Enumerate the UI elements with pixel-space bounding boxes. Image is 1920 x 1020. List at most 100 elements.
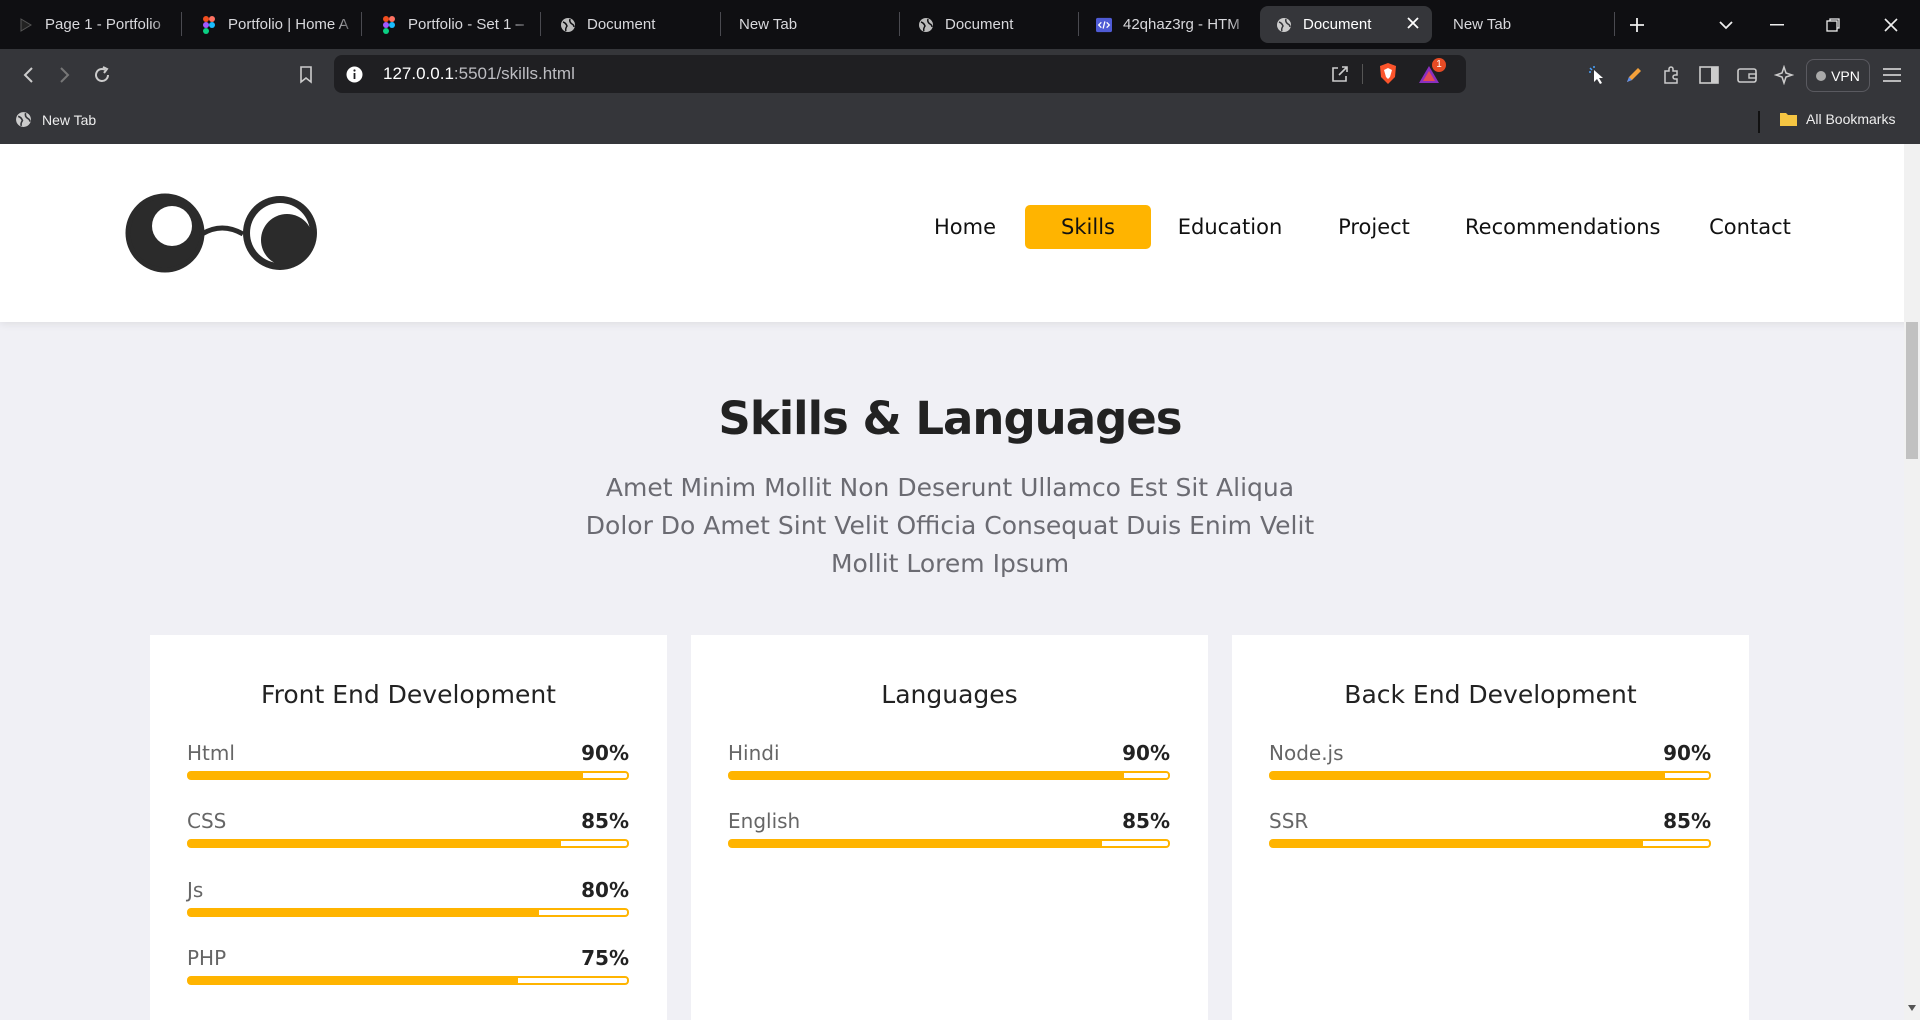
scroll-down-arrow-icon[interactable] [1908, 998, 1916, 1016]
tab-separator [540, 12, 541, 36]
tab-separator [720, 12, 721, 36]
vpn-status-icon [1816, 70, 1827, 81]
page-scrollbar[interactable] [1904, 144, 1920, 1020]
tab-title: Document [587, 16, 656, 33]
progress-bar [187, 976, 629, 985]
tab-separator [361, 12, 362, 36]
pen-extension-icon[interactable] [1621, 62, 1647, 88]
skill-percent: 85% [1663, 809, 1711, 833]
minimize-icon[interactable] [1764, 12, 1790, 38]
globe-icon [15, 111, 32, 128]
tab-search-chevron-icon[interactable] [1713, 12, 1739, 38]
globe-icon [1276, 17, 1292, 33]
skill-percent: 75% [581, 946, 629, 970]
brave-shield-icon[interactable] [1378, 62, 1398, 90]
browser-tab[interactable]: Page 1 - Portfolio [18, 6, 178, 43]
skill-percent: 85% [581, 809, 629, 833]
wallet-icon[interactable] [1734, 62, 1760, 88]
tab-title: New Tab [1453, 16, 1512, 33]
browser-tab-strip: Page 1 - Portfolio Portfolio | Home A Po… [0, 0, 1920, 49]
cursor-extension-icon[interactable] [1585, 62, 1611, 88]
nav-education[interactable]: Education [1175, 205, 1285, 249]
glasses-logo-icon [125, 193, 317, 273]
bookmark-new-tab[interactable]: New Tab [15, 111, 96, 128]
share-icon[interactable] [1330, 64, 1350, 89]
site-header: Home Skills Education Project Recommenda… [0, 144, 1920, 322]
tab-title: Portfolio | Home A [228, 16, 349, 33]
reload-icon[interactable] [89, 62, 115, 88]
browser-tab[interactable]: Portfolio - Set 1 – [381, 6, 541, 43]
new-tab-icon[interactable] [1624, 12, 1650, 38]
skill-name: PHP [187, 946, 227, 970]
browser-toolbar: 127.0.0.1:5501/skills.html 1 VPN [0, 49, 1920, 100]
card-title: Back End Development [1344, 680, 1637, 709]
skill-item: SSR 85% [1269, 809, 1711, 865]
skill-percent: 90% [581, 741, 629, 765]
skill-item: Hindi 90% [728, 741, 1170, 797]
browser-tab[interactable]: Document [560, 6, 720, 43]
skill-card-backend: Back End Development Node.js 90% SSR 85% [1232, 635, 1749, 1020]
skill-card-languages: Languages Hindi 90% English 85% [691, 635, 1208, 1020]
vpn-button[interactable]: VPN [1806, 59, 1870, 92]
skill-name: CSS [187, 809, 227, 833]
skill-percent: 80% [581, 878, 629, 902]
browser-tab[interactable]: New Tab [1453, 6, 1603, 43]
nav-skills[interactable]: Skills [1025, 205, 1151, 249]
site-logo[interactable] [125, 192, 320, 274]
browser-tab[interactable]: Document [918, 6, 1078, 43]
progress-fill [189, 841, 562, 846]
play-icon [18, 17, 34, 33]
nav-recommendations[interactable]: Recommendations [1465, 205, 1660, 249]
url-host: 127.0.0.1 [383, 64, 454, 83]
tab-title: 42qhaz3rg - HTM [1123, 16, 1240, 33]
page-viewport: Home Skills Education Project Recommenda… [0, 144, 1920, 1020]
skill-percent: 85% [1122, 809, 1170, 833]
progress-fill [730, 773, 1125, 778]
skill-percent: 90% [1663, 741, 1711, 765]
nav-project[interactable]: Project [1330, 205, 1418, 249]
forward-icon[interactable] [52, 62, 78, 88]
divider [1362, 64, 1363, 84]
browser-tab-active[interactable]: Document [1260, 6, 1432, 43]
skill-item: Js 80% [187, 878, 629, 934]
nav-contact[interactable]: Contact [1705, 205, 1795, 249]
leo-ai-icon[interactable] [1771, 62, 1797, 88]
skill-item: PHP 75% [187, 946, 629, 1002]
extensions-puzzle-icon[interactable] [1658, 62, 1684, 88]
notification-badge: 1 [1432, 58, 1446, 72]
menu-icon[interactable] [1879, 62, 1905, 88]
browser-tab[interactable]: Portfolio | Home A [201, 6, 361, 43]
restore-icon[interactable] [1820, 12, 1846, 38]
url-text: 127.0.0.1:5501/skills.html [383, 64, 575, 84]
figma-icon [201, 15, 217, 34]
browser-tab[interactable]: New Tab [739, 6, 899, 43]
skill-name: English [728, 809, 801, 833]
progress-bar [728, 839, 1170, 848]
progress-fill [730, 841, 1103, 846]
tab-title: Page 1 - Portfolio [45, 16, 161, 33]
nav-home[interactable]: Home [925, 205, 1005, 249]
skill-name: Node.js [1269, 741, 1344, 765]
address-bar[interactable]: 127.0.0.1:5501/skills.html 1 [334, 55, 1466, 93]
progress-fill [189, 978, 518, 983]
bookmark-icon[interactable] [293, 62, 319, 88]
all-bookmarks[interactable]: All Bookmarks [1779, 111, 1895, 127]
skill-name: Hindi [728, 741, 780, 765]
progress-fill [189, 910, 540, 915]
bookmarks-bar: New Tab All Bookmarks [0, 100, 1920, 144]
close-window-icon[interactable] [1878, 12, 1904, 38]
tab-separator [181, 12, 182, 36]
back-icon[interactable] [15, 62, 41, 88]
site-info-icon[interactable] [346, 66, 363, 88]
skill-name: SSR [1269, 809, 1309, 833]
close-tab-icon[interactable] [1406, 16, 1420, 34]
tab-title: Portfolio - Set 1 – [408, 16, 524, 33]
scrollbar-thumb[interactable] [1906, 322, 1918, 459]
progress-bar [187, 771, 629, 780]
tab-title: Document [1303, 16, 1372, 33]
globe-icon [560, 17, 576, 33]
sidebar-toggle-icon[interactable] [1696, 62, 1722, 88]
progress-bar [728, 771, 1170, 780]
browser-tab[interactable]: 42qhaz3rg - HTM [1096, 6, 1256, 43]
skill-name: Js [187, 878, 204, 902]
